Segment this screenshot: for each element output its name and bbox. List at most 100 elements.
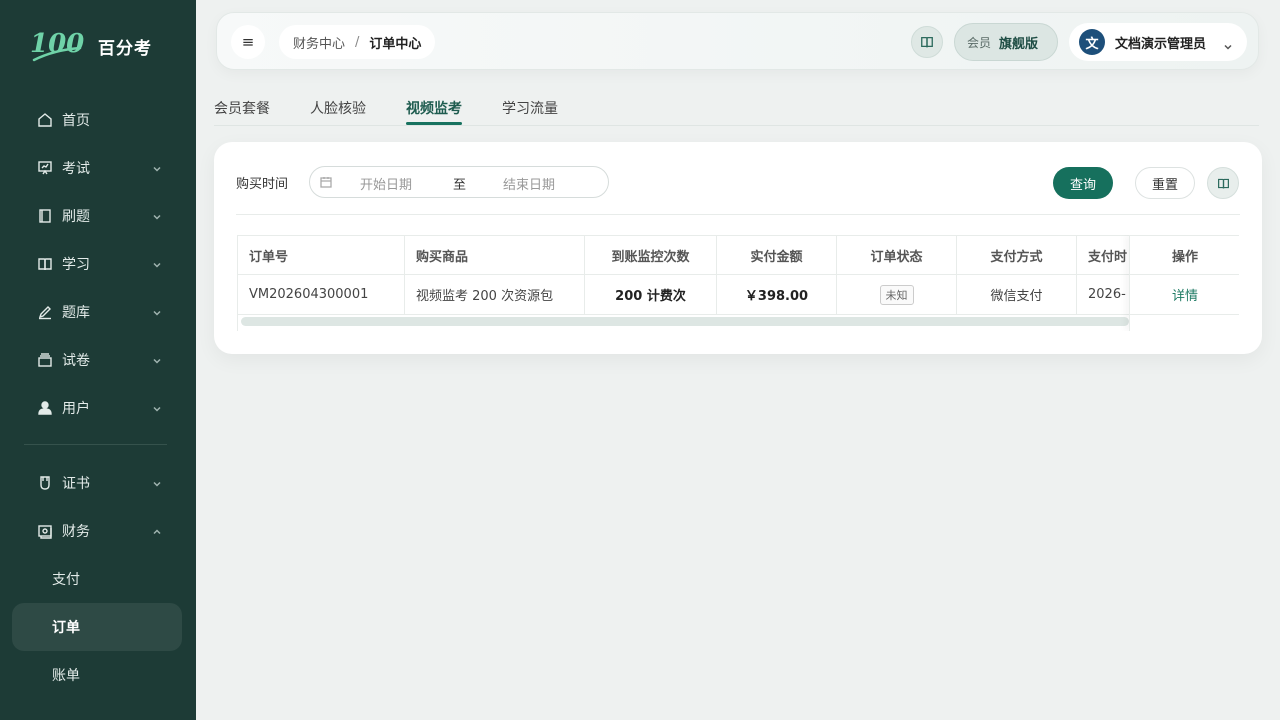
chevron-down-icon — [1223, 37, 1233, 50]
cell-amount: ￥398.00 — [717, 275, 837, 314]
col-product: 购买商品 — [405, 236, 585, 275]
sidebar-item-label: 题库 — [62, 305, 90, 321]
brand-name: 百分考 — [98, 39, 152, 59]
sidebar-item-label: 用户 — [62, 401, 90, 417]
top-header: ≡ 财务中心 / 订单中心 会员 旗舰版 文 文档演示管理员 — [216, 12, 1259, 70]
chevron-down-icon — [152, 210, 162, 220]
notebook-icon — [36, 207, 54, 225]
logo[interactable]: 100 百分考 — [30, 24, 151, 68]
range-separator: 至 — [453, 178, 467, 193]
home-icon — [36, 111, 54, 129]
detail-link[interactable]: 详情 — [1130, 275, 1239, 315]
table-row[interactable]: VM202604300001 视频监考 200 次资源包 200 计费次 ￥39… — [238, 275, 1239, 315]
hamburger-icon: ≡ — [241, 33, 255, 51]
pen-icon — [36, 303, 54, 321]
book-icon — [921, 36, 933, 48]
sidebar-subitem-label: 支付 — [52, 572, 80, 588]
col-status: 订单状态 — [837, 236, 957, 275]
calendar-icon — [320, 176, 332, 188]
breadcrumb-item-order-center: 订单中心 — [369, 36, 422, 52]
help-docs-button[interactable] — [1207, 167, 1239, 199]
sidebar-item-study[interactable]: 学习 — [12, 244, 182, 284]
status-badge: 未知 — [879, 284, 914, 305]
sidebar-item-certificates[interactable]: 证书 — [12, 463, 182, 503]
tab-membership-plans[interactable]: 会员套餐 — [214, 98, 270, 118]
user-name: 文档演示管理员 — [1115, 36, 1207, 52]
wallet-icon — [36, 522, 54, 540]
table-header-row: 订单号 购买商品 到账监控次数 实付金额 订单状态 支付方式 支付时 — [238, 235, 1239, 275]
sidebar-item-users[interactable]: 用户 — [12, 388, 182, 428]
sidebar-item-exam[interactable]: 考试 — [12, 148, 182, 188]
reset-button[interactable]: 重置 — [1135, 167, 1195, 199]
svg-text:100: 100 — [30, 29, 84, 59]
breadcrumb-item-finance-center[interactable]: 财务中心 — [293, 33, 345, 52]
chevron-down-icon — [152, 306, 162, 316]
orders-card: 购买时间 开始日期 至 结束日期 查询 重置 订单号 购买商品 到账监控次数 实… — [214, 142, 1262, 354]
tab-study-traffic[interactable]: 学习流量 — [502, 98, 558, 118]
cell-pay-method: 微信支付 — [957, 275, 1077, 314]
col-credits: 到账监控次数 — [585, 236, 717, 275]
sidebar-item-label: 试卷 — [62, 353, 90, 369]
user-menu[interactable]: 文 文档演示管理员 — [1069, 23, 1247, 61]
orders-table: 订单号 购买商品 到账监控次数 实付金额 订单状态 支付方式 支付时 VM202… — [237, 235, 1239, 331]
sidebar-item-home[interactable]: 首页 — [12, 100, 182, 140]
col-order-no: 订单号 — [238, 236, 405, 275]
sidebar-subitem-payment[interactable]: 支付 — [12, 555, 182, 603]
end-date-input[interactable]: 结束日期 — [503, 174, 555, 193]
date-range-picker[interactable]: 开始日期 至 结束日期 — [309, 166, 609, 198]
query-button[interactable]: 查询 — [1053, 167, 1113, 199]
col-amount: 实付金额 — [717, 236, 837, 275]
sidebar-subitem-bills[interactable]: 账单 — [12, 651, 182, 699]
sidebar-divider — [24, 444, 167, 445]
chevron-down-icon — [152, 162, 162, 172]
sidebar-subitem-label: 订单 — [52, 620, 80, 636]
sidebar-item-question-bank[interactable]: 题库 — [12, 292, 182, 332]
sidebar-item-label: 考试 — [62, 161, 90, 177]
menu-toggle-button[interactable]: ≡ — [231, 25, 265, 59]
tab-face-verification[interactable]: 人脸核验 — [310, 98, 366, 118]
stack-icon — [36, 351, 54, 369]
cell-credits: 200 计费次 — [585, 275, 717, 314]
breadcrumb-separator: / — [355, 34, 360, 50]
order-type-tabs: 会员套餐 人脸核验 视频监考 学习流量 — [214, 90, 1259, 126]
sidebar-item-label: 财务 — [62, 524, 90, 540]
sidebar-item-finance[interactable]: 财务 — [12, 511, 182, 551]
chevron-down-icon — [152, 402, 162, 412]
avatar: 文 — [1079, 29, 1105, 55]
horizontal-scrollbar[interactable] — [241, 317, 1129, 326]
chevron-down-icon — [152, 354, 162, 364]
sidebar-item-label: 刷题 — [62, 209, 90, 225]
cell-status: 未知 — [837, 275, 957, 314]
purchase-time-label: 购买时间 — [236, 177, 289, 192]
col-pay-method: 支付方式 — [957, 236, 1077, 275]
user-icon — [36, 399, 54, 417]
breadcrumb: 财务中心 / 订单中心 — [279, 25, 436, 59]
cell-product: 视频监考 200 次资源包 — [405, 275, 585, 314]
fixed-action-column: 操作 详情 — [1129, 235, 1239, 331]
chevron-down-icon — [152, 258, 162, 268]
start-date-input[interactable]: 开始日期 — [360, 174, 412, 193]
membership-badge[interactable]: 会员 旗舰版 — [954, 23, 1058, 61]
sidebar-item-label: 首页 — [62, 113, 90, 129]
cell-order-no: VM202604300001 — [238, 275, 405, 314]
sidebar-subitem-label: 账单 — [52, 668, 80, 684]
chevron-down-icon — [152, 477, 162, 487]
sidebar: 100 百分考 首页 考试 刷题 学习 题库 试卷 用户 证书 财务 支付 订单… — [0, 0, 196, 720]
logo-100-icon: 100 — [30, 29, 84, 62]
book-icon — [1217, 178, 1229, 188]
membership-label: 会员 — [967, 35, 992, 50]
filter-divider — [236, 214, 1240, 215]
book-icon — [36, 255, 54, 273]
membership-tier: 旗舰版 — [999, 36, 1039, 52]
sidebar-item-practice[interactable]: 刷题 — [12, 196, 182, 236]
docs-button[interactable] — [911, 26, 943, 58]
sidebar-item-label: 学习 — [62, 257, 90, 273]
presentation-icon — [36, 159, 54, 177]
chevron-up-icon — [152, 525, 162, 535]
sidebar-subitem-orders[interactable]: 订单 — [12, 603, 182, 651]
col-action: 操作 — [1130, 235, 1239, 275]
tab-video-proctoring[interactable]: 视频监考 — [406, 98, 462, 118]
sidebar-item-papers[interactable]: 试卷 — [12, 340, 182, 380]
active-tab-indicator — [406, 122, 462, 125]
sidebar-item-label: 证书 — [62, 476, 90, 492]
